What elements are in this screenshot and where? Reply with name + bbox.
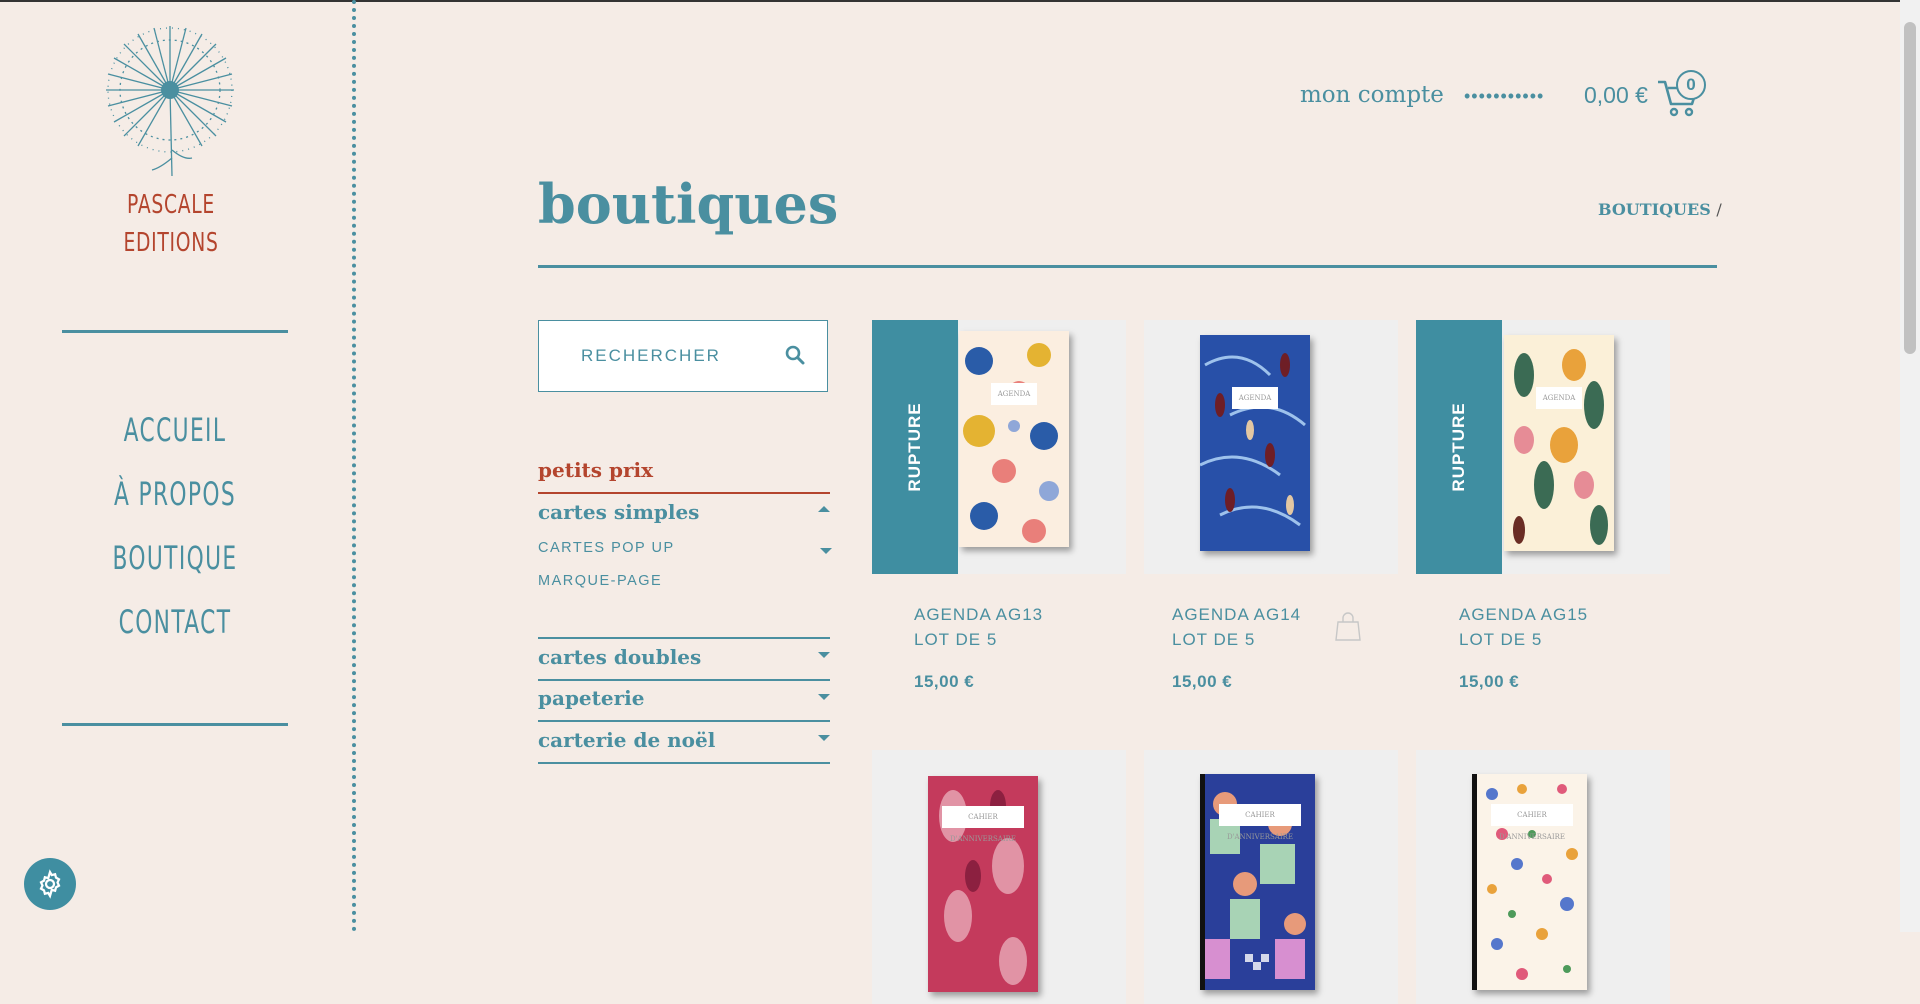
gear-icon [39,869,61,899]
brand-name[interactable]: PASCALE EDITIONS [91,186,251,262]
header-dots-separator: ••••••••••• [1464,86,1545,106]
category-divider [538,720,830,722]
product-image[interactable]: CAHIER D'ANNIVERSAIRE [1144,750,1398,1004]
cover-label: CAHIER D'ANNIVERSAIRE [1491,804,1573,841]
cover-label: AGENDA [1536,387,1582,409]
notebook-cover: CAHIER D'ANNIVERSAIRE [1200,774,1315,990]
category-cartes-doubles[interactable]: cartes doubles [538,645,830,669]
out-of-stock-ribbon: RUPTURE [1416,320,1502,574]
chevron-down-icon[interactable] [820,548,832,554]
cover-label: AGENDA [991,383,1037,405]
floral-pattern [963,343,1059,543]
sidebar-divider-bottom [62,723,288,726]
category-divider [538,637,830,639]
page-title: boutiques [538,172,839,236]
ribbon-label: RUPTURE [905,402,924,492]
notebook-cover: CAHIER D'ANNIVERSAIRE [928,776,1038,992]
breadcrumb: BOUTIQUES / [1598,200,1722,219]
sidebar-divider-top [62,330,288,333]
account-link[interactable]: mon compte [1300,82,1444,108]
category-papeterie[interactable]: papeterie [538,686,830,710]
subcategory-marque-page[interactable]: MARQUE-PAGE [538,573,662,589]
cover-label: CAHIER D'ANNIVERSAIRE [1219,804,1301,841]
main-nav: ACCUEIL À PROPOS BOUTIQUE CONTACT [60,398,290,654]
product-title: AGENDA AG13 [914,605,1044,624]
product-lot: LOT DE 5 [1172,630,1256,649]
out-of-stock-ribbon: RUPTURE [872,320,958,574]
page-scrollbar-thumb[interactable] [1904,22,1916,354]
cover-label: AGENDA [1232,387,1278,409]
product-image[interactable]: AGENDA RUPTURE [1416,320,1670,574]
sidebar: PASCALE EDITIONS ACCUEIL À PROPOS BOUTIQ… [0,0,356,932]
shopping-bag-icon[interactable] [1334,612,1362,642]
notebook-cover: AGENDA [959,331,1069,547]
category-divider [538,762,830,764]
subcategory-cartes-pop-up[interactable]: CARTES POP UP [538,540,675,556]
cookie-settings-button[interactable] [24,858,76,910]
cover-label: CAHIER D'ANNIVERSAIRE [942,806,1024,843]
notebook-cover: CAHIER D'ANNIVERSAIRE [1472,774,1587,990]
product-image[interactable]: AGENDA [1144,320,1398,574]
chevron-down-icon[interactable] [818,735,830,741]
search-box [538,320,828,392]
product-name[interactable]: AGENDA AG13 LOT DE 5 [914,602,1043,652]
product-lot: LOT DE 5 [1459,630,1543,649]
dandelion-logo-icon[interactable] [100,18,240,178]
breadcrumb-separator: / [1716,200,1722,219]
chevron-down-icon[interactable] [818,694,830,700]
chevron-up-icon[interactable] [818,506,830,512]
category-cartes-simples[interactable]: cartes simples [538,500,830,524]
category-petits-prix[interactable]: petits prix [538,458,830,482]
leaf-pattern [1200,353,1306,527]
product-image[interactable]: CAHIER D'ANNIVERSAIRE [872,750,1126,1004]
nav-item-a-propos[interactable]: À PROPOS [97,462,253,526]
chevron-down-icon[interactable] [818,652,830,658]
sidebar-dotted-border [352,0,356,932]
ribbon-label: RUPTURE [1449,402,1468,492]
brand-line-1: PASCALE [127,190,215,220]
product-name[interactable]: AGENDA AG14 LOT DE 5 [1172,602,1301,652]
product-image[interactable]: AGENDA RUPTURE [872,320,1126,574]
product-title: AGENDA AG15 [1459,605,1589,624]
search-icon[interactable] [785,345,805,365]
product-lot: LOT DE 5 [914,630,998,649]
cart-total[interactable]: 0,00 € [1584,82,1648,109]
product-price: 15,00 € [1172,672,1233,691]
brand-line-2: EDITIONS [123,228,219,258]
breadcrumb-boutiques[interactable]: BOUTIQUES [1598,200,1711,219]
nav-item-boutique[interactable]: BOUTIQUE [97,526,253,590]
product-price: 15,00 € [1459,672,1520,691]
nav-item-accueil[interactable]: ACCUEIL [97,398,253,462]
nav-item-contact[interactable]: CONTACT [97,590,253,654]
category-divider [538,492,830,494]
search-input[interactable] [579,345,773,367]
product-title: AGENDA AG14 [1172,605,1302,624]
botanical-pattern [1513,349,1608,545]
category-carterie-de-noel[interactable]: carterie de noël [538,728,830,752]
product-price: 15,00 € [914,672,975,691]
product-image[interactable]: CAHIER D'ANNIVERSAIRE [1416,750,1670,1004]
cart-count-badge[interactable]: 0 [1676,70,1706,100]
title-divider [538,265,1717,268]
product-name[interactable]: AGENDA AG15 LOT DE 5 [1459,602,1588,652]
notebook-cover: AGENDA [1200,335,1310,551]
notebook-cover: AGENDA [1504,335,1614,551]
category-divider [538,679,830,681]
